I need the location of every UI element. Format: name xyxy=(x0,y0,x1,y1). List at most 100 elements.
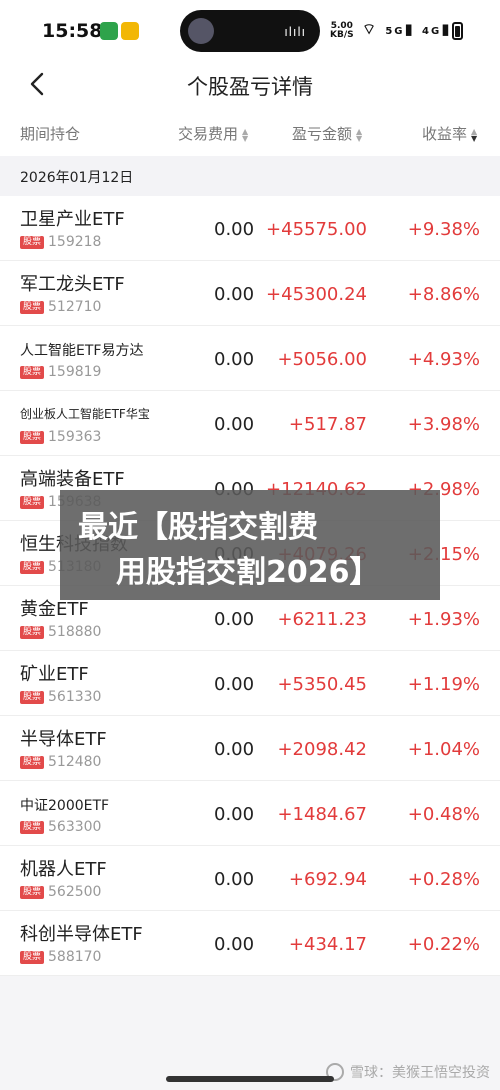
pnl-amount: +45300.24 xyxy=(266,284,367,305)
pnl-amount: +2098.42 xyxy=(277,739,367,760)
page-title: 个股盈亏详情 xyxy=(187,75,313,99)
pnl-amount: +517.87 xyxy=(288,414,367,435)
trade-fee: 0.00 xyxy=(214,284,255,305)
trade-fee: 0.00 xyxy=(214,349,255,370)
table-row[interactable]: 军工龙头ETF 股票 512710 0.00 +45300.24 +8.86% xyxy=(0,261,500,326)
banner-line-1: 最近【股指交割费 xyxy=(78,510,318,545)
table-row[interactable]: 人工智能ETF易方达 股票 159819 0.00 +5056.00 +4.93% xyxy=(0,326,500,391)
stock-type-badge: 股票 xyxy=(20,430,45,444)
stock-code: 561330 xyxy=(48,689,102,705)
signal-bars-icon-2: ▮ xyxy=(441,20,452,38)
stock-code: 518880 xyxy=(48,624,102,640)
app-notification-icon-2 xyxy=(121,22,139,40)
sort-icon: ▲ ▼ xyxy=(356,126,363,143)
banner-line-2: 用股指交割2026】 xyxy=(116,555,380,590)
stock-name: 科创半导体ETF xyxy=(20,924,143,945)
stock-tag: 股票 512710 xyxy=(20,299,101,315)
stock-tag: 股票 562500 xyxy=(20,884,101,900)
stock-tag: 股票 159363 xyxy=(20,429,101,445)
stock-code: 512710 xyxy=(48,299,102,315)
status-bar: 15:58 ılılı 5.00 KB/S ⌔ 5G▮ 4G▮ xyxy=(0,0,500,62)
pnl-amount: +692.94 xyxy=(288,869,367,890)
stock-name: 半导体ETF xyxy=(20,729,107,750)
date-label: 2026年01月12日 xyxy=(20,170,134,186)
stock-name: 矿业ETF xyxy=(20,664,89,685)
column-header: 期间持仓 交易费用 ▲ ▼ 盈亏金额 ▲ ▼ 收益率 ▲ ▼ xyxy=(0,106,500,156)
return-rate: +1.93% xyxy=(407,609,480,630)
trade-fee: 0.00 xyxy=(214,609,255,630)
stock-type-badge: 股票 xyxy=(20,235,45,249)
stock-code: 159819 xyxy=(48,364,102,380)
trade-fee: 0.00 xyxy=(214,869,255,890)
return-rate: +0.48% xyxy=(407,804,480,825)
stock-type-badge: 股票 xyxy=(20,950,45,964)
stock-name: 创业板人工智能ETF华宝 xyxy=(20,407,150,421)
stock-type-badge: 股票 xyxy=(20,690,45,704)
column-rate-sort[interactable]: 收益率 ▲ ▼ xyxy=(422,123,477,144)
trade-fee: 0.00 xyxy=(214,674,255,695)
stock-name: 卫星产业ETF xyxy=(20,209,125,230)
stock-code: 563300 xyxy=(48,819,102,835)
return-rate: +1.19% xyxy=(407,674,480,695)
app-notification-icon xyxy=(100,22,118,40)
sort-icon: ▲ ▼ xyxy=(242,126,249,143)
table-row[interactable]: 卫星产业ETF 股票 159218 0.00 +45575.00 +9.38% xyxy=(0,196,500,261)
sort-desc-active-icon: ▲ ▼ xyxy=(471,126,478,143)
stock-tag: 股票 518880 xyxy=(20,624,101,640)
stock-name: 中证2000ETF xyxy=(20,798,110,814)
stock-type-badge: 股票 xyxy=(20,365,45,379)
return-rate: +9.38% xyxy=(407,219,480,240)
table-row[interactable]: 科创半导体ETF 股票 588170 0.00 +434.17 +0.22% xyxy=(0,911,500,976)
stock-code: 159363 xyxy=(48,429,102,445)
return-rate: +3.98% xyxy=(407,414,480,435)
stock-tag: 股票 561330 xyxy=(20,689,101,705)
return-rate: +8.86% xyxy=(407,284,480,305)
signal-5g-label: 5G xyxy=(385,26,405,37)
table-row[interactable]: 矿业ETF 股票 561330 0.00 +5350.45 +1.19% xyxy=(0,651,500,716)
wifi-icon: ⌔ xyxy=(362,20,379,38)
stock-name: 军工龙头ETF xyxy=(20,274,125,295)
pnl-amount: +5350.45 xyxy=(277,674,367,695)
battery-icon xyxy=(452,22,463,40)
return-rate: +0.28% xyxy=(407,869,480,890)
trade-fee: 0.00 xyxy=(214,804,255,825)
stock-name: 高端装备ETF xyxy=(20,469,125,490)
stock-name: 机器人ETF xyxy=(20,859,107,880)
stock-type-badge: 股票 xyxy=(20,820,45,834)
table-row[interactable]: 中证2000ETF 股票 563300 0.00 +1484.67 +0.48% xyxy=(0,781,500,846)
pnl-amount: +434.17 xyxy=(288,934,367,955)
home-indicator[interactable] xyxy=(166,1076,334,1082)
pnl-amount: +6211.23 xyxy=(277,609,367,630)
pnl-amount: +1484.67 xyxy=(277,804,367,825)
media-artwork-icon xyxy=(188,18,214,44)
stock-tag: 股票 563300 xyxy=(20,819,101,835)
table-row[interactable]: 创业板人工智能ETF华宝 股票 159363 0.00 +517.87 +3.98% xyxy=(0,391,500,456)
stock-code: 512480 xyxy=(48,754,102,770)
pnl-amount: +45575.00 xyxy=(266,219,367,240)
trade-fee: 0.00 xyxy=(214,934,255,955)
stock-code: 562500 xyxy=(48,884,102,900)
signal-indicators: ⌔ 5G▮ 4G▮ xyxy=(362,20,451,39)
signal-bars-icon: ▮ xyxy=(404,20,415,38)
watermark: 雪球：美猴王悟空投资 xyxy=(326,1062,490,1082)
table-row[interactable]: 半导体ETF 股票 512480 0.00 +2098.42 +1.04% xyxy=(0,716,500,781)
stock-type-badge: 股票 xyxy=(20,560,45,574)
column-holdings: 期间持仓 xyxy=(20,125,81,143)
return-rate: +4.93% xyxy=(407,349,480,370)
signal-4g-label: 4G xyxy=(422,26,442,37)
return-rate: +1.04% xyxy=(407,739,480,760)
stock-type-badge: 股票 xyxy=(20,885,45,899)
stock-tag: 股票 159218 xyxy=(20,234,101,250)
network-speed: 5.00 KB/S xyxy=(330,21,354,40)
dynamic-island[interactable]: ılılı xyxy=(180,10,320,52)
stock-type-badge: 股票 xyxy=(20,300,45,314)
column-fee-sort[interactable]: 交易费用 ▲ ▼ xyxy=(178,123,248,144)
stock-type-badge: 股票 xyxy=(20,495,45,509)
audio-wave-icon: ılılı xyxy=(284,25,306,39)
table-row[interactable]: 机器人ETF 股票 562500 0.00 +692.94 +0.28% xyxy=(0,846,500,911)
stock-tag: 股票 588170 xyxy=(20,949,101,965)
column-pnl-sort[interactable]: 盈亏金额 ▲ ▼ xyxy=(292,123,362,144)
stock-code: 588170 xyxy=(48,949,102,965)
stock-name: 人工智能ETF易方达 xyxy=(20,343,144,359)
stock-tag: 股票 159819 xyxy=(20,364,101,380)
